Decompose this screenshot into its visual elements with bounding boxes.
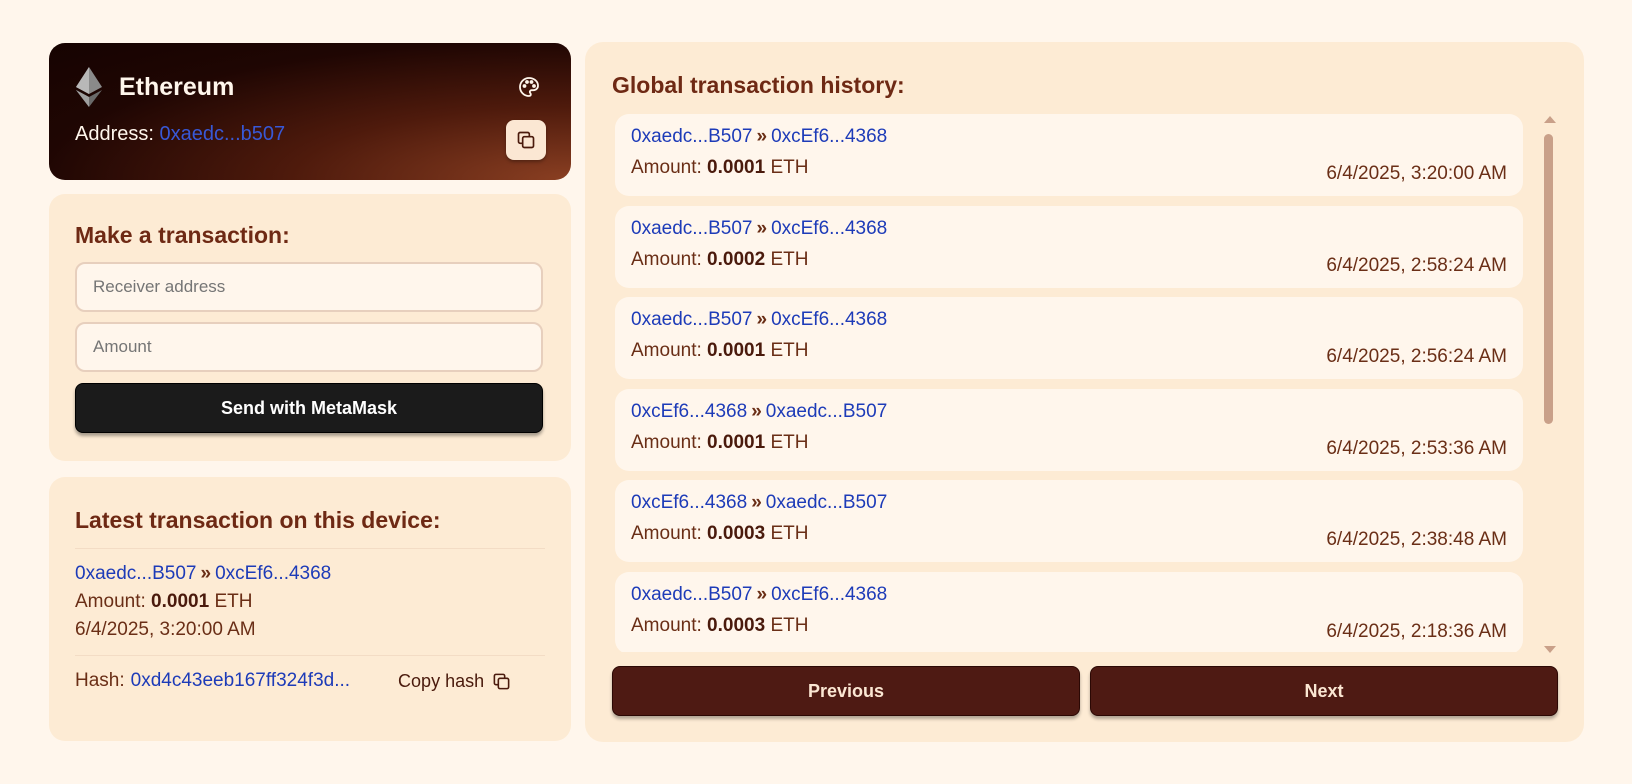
- history-title: Global transaction history:: [612, 72, 905, 98]
- pagination: Previous Next: [612, 666, 1558, 716]
- history-panel: Global transaction history: 0xaedc...B50…: [585, 42, 1584, 742]
- send-metamask-button[interactable]: Send with MetaMask: [75, 383, 543, 433]
- history-scrollbar[interactable]: [1543, 114, 1556, 653]
- amount-unit: ETH: [214, 591, 253, 612]
- from-address-link[interactable]: 0xcEf6...4368: [631, 492, 747, 513]
- divider: [75, 655, 545, 656]
- from-address-link[interactable]: 0xaedc...B507: [631, 218, 752, 239]
- from-address-link[interactable]: 0xaedc...B507: [631, 584, 752, 605]
- transaction-timestamp: 6/4/2025, 2:53:36 AM: [1326, 437, 1507, 459]
- to-address-link[interactable]: 0xcEf6...4368: [771, 126, 887, 147]
- to-address-link[interactable]: 0xcEf6...4368: [215, 563, 331, 584]
- history-list[interactable]: 0xaedc...B507» 0xcEf6...4368 Amount: 0.00…: [615, 114, 1523, 652]
- address-label: Address:: [75, 123, 154, 145]
- latest-transaction-panel: Latest transaction on this device: 0xaed…: [49, 477, 571, 741]
- transaction-parties: 0xaedc...B507» 0xcEf6...4368: [631, 309, 1507, 331]
- from-address-link[interactable]: 0xaedc...B507: [631, 309, 752, 330]
- latest-amount: Amount: 0.0001 ETH: [75, 591, 545, 613]
- arrow-separator: »: [756, 126, 768, 147]
- amount-label: Amount:: [631, 431, 702, 453]
- wallet-header: Ethereum: [75, 67, 545, 107]
- transaction-form-title: Make a transaction:: [75, 222, 290, 248]
- list-item[interactable]: 0xaedc...B507» 0xcEf6...4368 Amount: 0.00…: [615, 114, 1523, 196]
- transaction-parties: 0xaedc...B507» 0xcEf6...4368: [631, 584, 1507, 606]
- amount-unit: ETH: [770, 248, 809, 270]
- latest-timestamp: 6/4/2025, 3:20:00 AM: [75, 619, 256, 640]
- to-address-link[interactable]: 0xaedc...B507: [766, 401, 887, 422]
- transaction-parties: 0xaedc...B507» 0xcEf6...4368: [631, 126, 1507, 148]
- arrow-separator: »: [200, 563, 212, 584]
- amount-value: 0.0003: [707, 614, 766, 636]
- amount-label: Amount:: [631, 340, 702, 361]
- next-button[interactable]: Next: [1090, 666, 1558, 716]
- amount-value: 0.0003: [707, 523, 766, 544]
- amount-value: 0.0002: [707, 248, 766, 270]
- amount-label: Amount:: [631, 248, 702, 270]
- scroll-up-arrow-icon[interactable]: [1544, 116, 1556, 123]
- to-address-link[interactable]: 0xcEf6...4368: [771, 584, 887, 605]
- list-item[interactable]: 0xaedc...B507» 0xcEf6...4368 Amount: 0.00…: [615, 571, 1523, 652]
- transaction-timestamp: 6/4/2025, 2:58:24 AM: [1326, 254, 1507, 276]
- from-address-link[interactable]: 0xcEf6...4368: [631, 401, 747, 422]
- hash-link[interactable]: 0xd4c43eeb167ff324f3d...: [131, 670, 350, 692]
- wallet-address-row: Address: 0xaedc...b507: [75, 123, 545, 146]
- copy-hash-label: Copy hash: [398, 670, 485, 691]
- receiver-address-input[interactable]: [75, 262, 543, 312]
- amount-label: Amount:: [631, 157, 702, 178]
- latest-transaction-title: Latest transaction on this device:: [75, 507, 441, 533]
- amount-value: 0.0001: [151, 591, 210, 612]
- wallet-card: Ethereum Address: 0xaedc...b507: [49, 43, 571, 180]
- copy-address-button[interactable]: [506, 120, 546, 160]
- to-address-link[interactable]: 0xcEf6...4368: [771, 309, 887, 330]
- ethereum-icon: [76, 67, 102, 107]
- to-address-link[interactable]: 0xcEf6...4368: [771, 218, 887, 239]
- amount-unit: ETH: [770, 523, 809, 544]
- palette-icon[interactable]: [517, 75, 541, 99]
- transaction-timestamp: 6/4/2025, 3:20:00 AM: [1326, 163, 1507, 184]
- transaction-timestamp: 6/4/2025, 2:18:36 AM: [1326, 620, 1507, 642]
- arrow-separator: »: [756, 309, 768, 330]
- copy-icon: [493, 673, 510, 689]
- amount-value: 0.0001: [707, 157, 766, 178]
- scroll-down-arrow-icon[interactable]: [1544, 646, 1556, 653]
- amount-value: 0.0001: [707, 340, 766, 361]
- transaction-parties: 0xcEf6...4368» 0xaedc...B507: [631, 401, 1507, 423]
- transaction-timestamp: 6/4/2025, 2:56:24 AM: [1326, 346, 1507, 367]
- amount-unit: ETH: [770, 157, 809, 178]
- wallet-title: Ethereum: [119, 72, 235, 101]
- hash-row: Hash: 0xd4c43eeb167ff324f3d... Copy hash: [75, 670, 545, 692]
- list-item[interactable]: 0xaedc...B507» 0xcEf6...4368 Amount: 0.00…: [615, 205, 1523, 288]
- left-column: Ethereum Address: 0xaedc...b507 Make a t…: [49, 43, 571, 741]
- from-address-link[interactable]: 0xaedc...B507: [631, 126, 752, 147]
- wallet-address-link[interactable]: 0xaedc...b507: [160, 123, 286, 145]
- divider: [75, 548, 545, 549]
- transaction-parties: 0xaedc...B507» 0xcEf6...4368: [631, 218, 1507, 240]
- copy-hash-button[interactable]: Copy hash: [398, 671, 511, 692]
- from-address-link[interactable]: 0xaedc...B507: [75, 563, 196, 584]
- arrow-separator: »: [756, 217, 768, 239]
- amount-unit: ETH: [770, 431, 809, 453]
- list-item[interactable]: 0xaedc...B507» 0xcEf6...4368 Amount: 0.00…: [615, 297, 1523, 379]
- previous-button[interactable]: Previous: [612, 666, 1080, 716]
- scroll-thumb[interactable]: [1544, 134, 1553, 424]
- amount-label: Amount:: [631, 523, 702, 544]
- list-item[interactable]: 0xcEf6...4368» 0xaedc...B507 Amount: 0.00…: [615, 480, 1523, 562]
- hash-label: Hash:: [75, 670, 125, 691]
- amount-label: Amount:: [631, 614, 702, 636]
- transaction-timestamp: 6/4/2025, 2:38:48 AM: [1326, 529, 1507, 550]
- arrow-separator: »: [756, 583, 768, 605]
- to-address-link[interactable]: 0xaedc...B507: [766, 492, 887, 513]
- transaction-form: Make a transaction: Send with MetaMask: [49, 194, 571, 461]
- amount-label: Amount:: [75, 591, 146, 612]
- arrow-separator: »: [751, 492, 762, 513]
- arrow-separator: »: [751, 400, 762, 422]
- latest-transaction-parties: 0xaedc...B507» 0xcEf6...4368: [75, 563, 545, 585]
- transaction-parties: 0xcEf6...4368» 0xaedc...B507: [631, 492, 1507, 514]
- amount-input[interactable]: [75, 322, 543, 372]
- copy-icon: [517, 131, 535, 149]
- amount-unit: ETH: [770, 614, 809, 636]
- list-item[interactable]: 0xcEf6...4368» 0xaedc...B507 Amount: 0.00…: [615, 388, 1523, 471]
- amount-value: 0.0001: [707, 431, 766, 453]
- amount-unit: ETH: [770, 340, 809, 361]
